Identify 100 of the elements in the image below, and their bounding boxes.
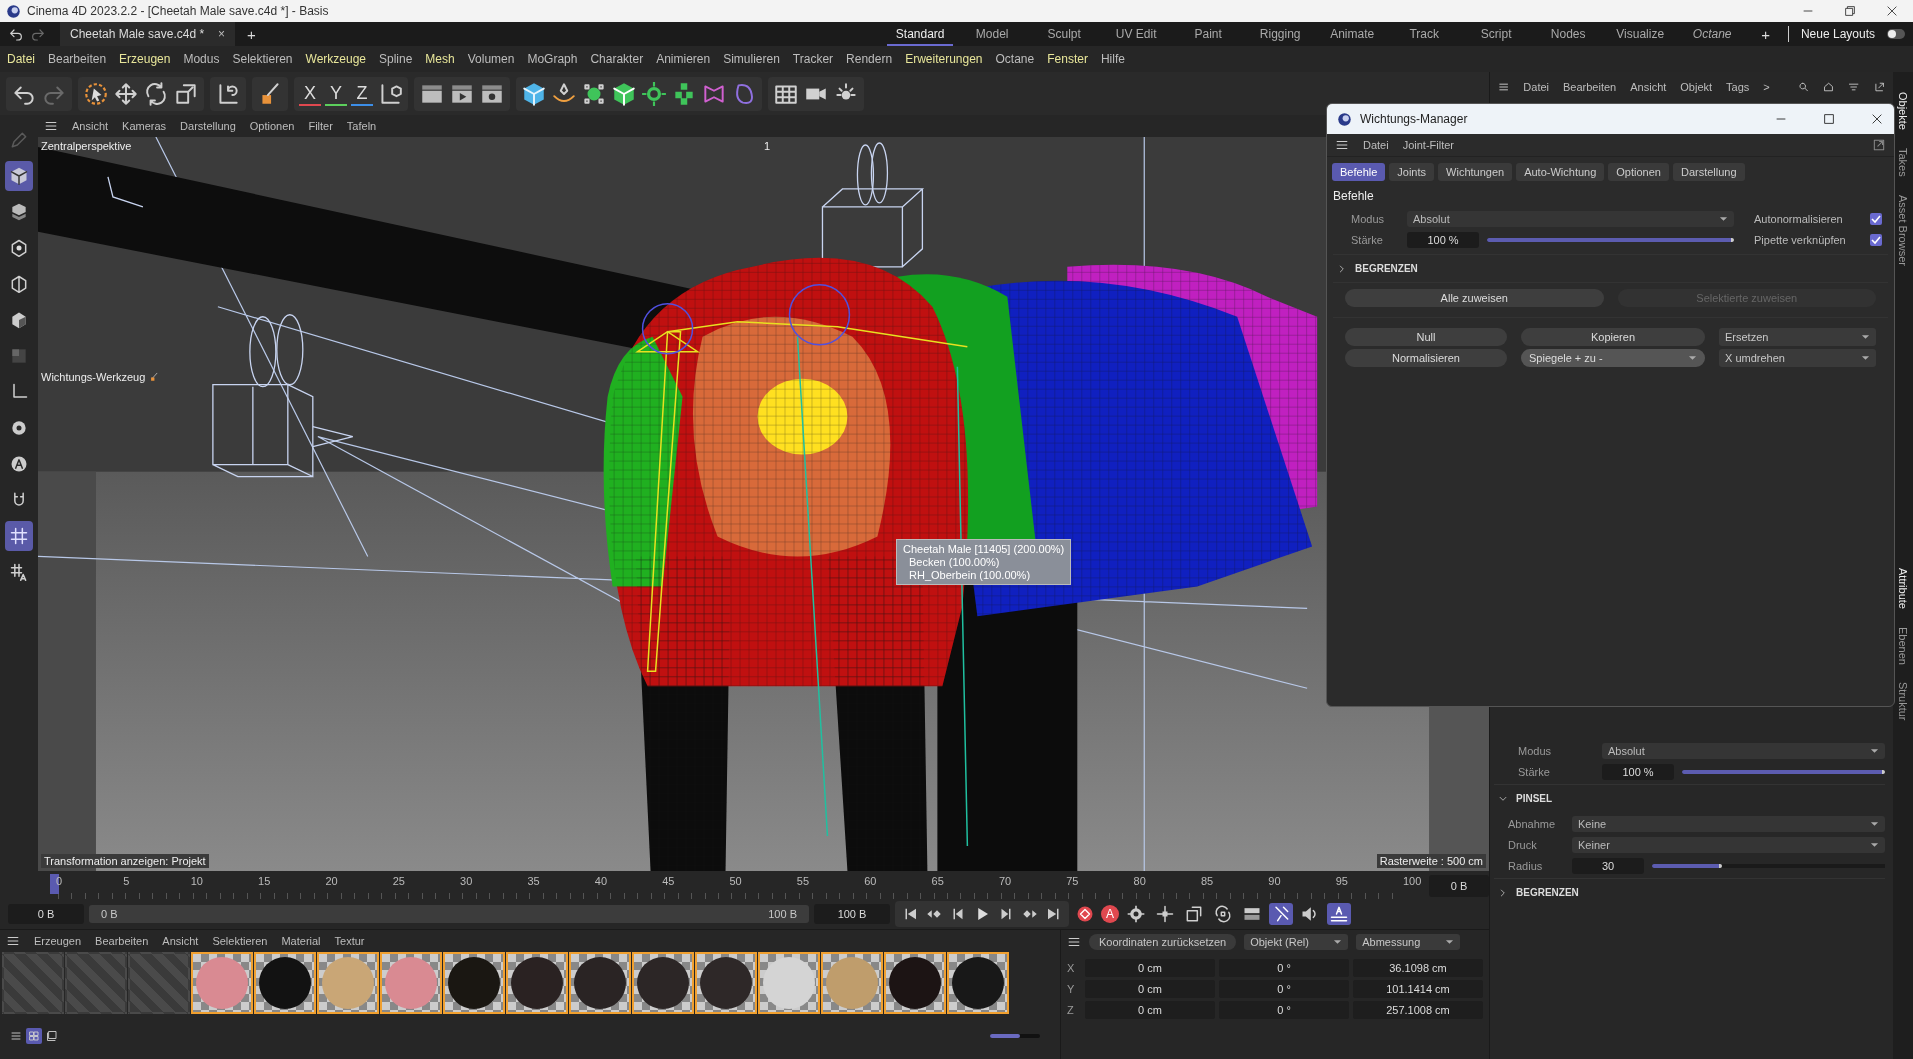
menu-item[interactable]: Bearbeiten — [48, 52, 107, 66]
new-tab-button[interactable]: + — [241, 25, 262, 43]
manager-tab[interactable]: Darstellung — [1672, 163, 1745, 181]
search-icon[interactable] — [1797, 80, 1810, 94]
layout-tab[interactable]: Nodes — [1535, 22, 1602, 46]
mirror-split-button[interactable]: Spiegele + zu - — [1521, 349, 1705, 367]
menu-item[interactable]: Hilfe — [1100, 52, 1125, 66]
start-frame-field[interactable]: 0 B — [8, 904, 84, 924]
size-mode-dropdown[interactable]: Abmessung — [1356, 934, 1461, 950]
tool-button[interactable] — [5, 521, 33, 551]
close-icon[interactable] — [1885, 4, 1899, 18]
layout-tab[interactable]: Sculpt — [1031, 22, 1098, 46]
position-field[interactable]: 0 cm — [1085, 1001, 1215, 1019]
reset-coordinates-button[interactable]: Koordinaten zurücksetzen — [1089, 934, 1237, 950]
object-menu-item[interactable]: Objekt — [1680, 81, 1713, 93]
window-menu-item[interactable]: Joint-Filter — [1402, 139, 1455, 151]
mode-dropdown[interactable]: Absolut — [1602, 743, 1885, 759]
checkbox[interactable] — [1870, 213, 1882, 225]
side-tab[interactable]: Ebenen — [1897, 626, 1909, 665]
object-menu-item[interactable]: Datei — [1523, 81, 1549, 93]
frame-range-bar[interactable]: 0 B 100 B — [89, 905, 809, 923]
object-menu-item[interactable]: Bearbeiten — [1563, 81, 1617, 93]
rotation-field[interactable]: 0 ° — [1219, 980, 1349, 998]
home-icon[interactable] — [1823, 80, 1835, 94]
dropdown-field[interactable]: Keiner — [1572, 837, 1885, 853]
axis-lock-button[interactable]: Y — [325, 81, 347, 106]
object-menu-item[interactable]: Ansicht — [1630, 81, 1667, 93]
menu-item[interactable]: Erzeugen — [119, 52, 171, 66]
material-menu-item[interactable]: Erzeugen — [34, 935, 82, 947]
menu-item[interactable]: Rendern — [846, 52, 893, 66]
rotate-icon[interactable] — [143, 80, 169, 107]
material-menu-item[interactable]: Textur — [334, 935, 365, 947]
menu-item[interactable]: Erweiterungen — [905, 52, 983, 66]
menu-icon[interactable] — [1067, 935, 1081, 949]
menu-icon[interactable] — [1335, 138, 1349, 152]
menu-item[interactable]: Octane — [995, 52, 1035, 66]
restore-icon[interactable] — [1843, 4, 1857, 18]
layout-tab[interactable]: Animate — [1319, 22, 1386, 46]
new-layouts-toggle[interactable] — [1887, 29, 1905, 39]
close-icon[interactable] — [1870, 112, 1884, 126]
menu-item[interactable]: MoGraph — [527, 52, 578, 66]
object-menu-item[interactable]: Tags — [1726, 81, 1750, 93]
rotation-field[interactable]: 0 ° — [1219, 959, 1349, 977]
add-layout-button[interactable]: + — [1755, 25, 1776, 43]
menu-item[interactable]: Volumen — [467, 52, 515, 66]
command-button[interactable]: Normalisieren — [1345, 349, 1507, 367]
autokey-button[interactable]: A — [1101, 905, 1119, 923]
cube-icon[interactable] — [521, 80, 547, 107]
thumbnail-size-slider[interactable] — [990, 1034, 1040, 1038]
key-toggle-button[interactable] — [1327, 903, 1351, 925]
layout-tab[interactable]: Model — [959, 22, 1026, 46]
viewport-menu-item[interactable]: Kameras — [122, 120, 167, 132]
material-menu-item[interactable]: Selektieren — [212, 935, 268, 947]
radius-field[interactable]: 30 — [1572, 858, 1644, 874]
menu-item[interactable]: Fenster — [1047, 52, 1088, 66]
strength-field[interactable]: 100 % — [1602, 764, 1674, 780]
layout-tab[interactable]: UV Edit — [1103, 22, 1170, 46]
manager-tab[interactable]: Optionen — [1608, 163, 1669, 181]
menu-icon[interactable] — [44, 119, 58, 133]
dropdown-field[interactable]: Keine — [1572, 816, 1885, 832]
material-menu-item[interactable]: Material — [281, 935, 321, 947]
window-menu-item[interactable]: Datei — [1363, 139, 1389, 151]
move-icon[interactable] — [113, 80, 139, 107]
command-dropdown[interactable]: Ersetzen — [1719, 328, 1876, 346]
axis-lock-button[interactable]: X — [299, 81, 321, 106]
position-field[interactable]: 0 cm — [1085, 959, 1215, 977]
view-mode-button[interactable] — [26, 1028, 42, 1044]
document-tab[interactable]: Cheetah Male save.c4d * × — [60, 22, 236, 46]
menu-item[interactable]: Charakter — [590, 52, 644, 66]
begrenzen-section-header[interactable]: BEGRENZEN — [1333, 254, 1888, 282]
menu-item[interactable]: Werkzeuge — [305, 52, 366, 66]
layout-tab[interactable]: Paint — [1175, 22, 1242, 46]
side-tab[interactable]: Struktur — [1897, 682, 1909, 721]
menu-item[interactable]: Datei — [7, 52, 35, 66]
coordinate-space-dropdown[interactable]: Objekt (Rel) — [1244, 934, 1349, 950]
more-menu-button[interactable]: > — [1763, 81, 1770, 93]
begrenzen-section-header[interactable]: BEGRENZEN — [1494, 878, 1885, 906]
viewport-menu-item[interactable]: Optionen — [249, 120, 295, 132]
viewport-menu-item[interactable]: Ansicht — [72, 120, 109, 132]
size-field[interactable]: 257.1008 cm — [1353, 1001, 1483, 1019]
layout-tab[interactable]: Visualize — [1607, 22, 1674, 46]
extrude-icon[interactable] — [611, 80, 637, 107]
popout-icon[interactable] — [1872, 138, 1886, 152]
command-button[interactable]: Null — [1345, 328, 1507, 346]
side-tab[interactable]: Objekte — [1897, 92, 1909, 130]
manager-tab[interactable]: Befehle — [1332, 163, 1386, 181]
side-tab[interactable]: Attribute — [1897, 567, 1909, 609]
maximize-icon[interactable] — [1822, 112, 1836, 126]
layout-tab[interactable]: Script — [1463, 22, 1530, 46]
strength-field[interactable]: 100 % — [1407, 232, 1479, 248]
material-menu-item[interactable]: Bearbeiten — [95, 935, 149, 947]
manager-tab[interactable]: Auto-Wichtung — [1516, 163, 1605, 181]
menu-item[interactable]: Animieren — [656, 52, 711, 66]
current-frame-field[interactable]: 0 B — [1429, 875, 1489, 897]
menu-item[interactable]: Spline — [379, 52, 413, 66]
layout-tab[interactable]: Rigging — [1247, 22, 1314, 46]
viewport-menu-item[interactable]: Darstellung — [180, 120, 236, 132]
mode-dropdown[interactable]: Absolut — [1407, 211, 1734, 227]
size-field[interactable]: 36.1098 cm — [1353, 959, 1483, 977]
pinsel-section-header[interactable]: PINSEL — [1494, 784, 1885, 812]
